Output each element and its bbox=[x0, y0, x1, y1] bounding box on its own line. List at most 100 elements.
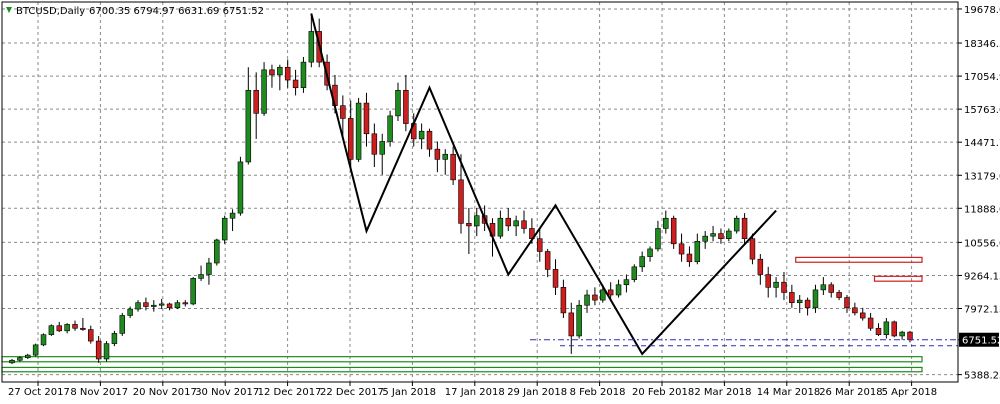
candle-bearish bbox=[741, 213, 748, 244]
x-tick-label: 26 Mar 2018 bbox=[819, 387, 882, 398]
candle-bearish bbox=[88, 325, 94, 344]
candle-body bbox=[859, 312, 866, 319]
candle-bullish bbox=[663, 210, 669, 234]
candle-body bbox=[607, 289, 614, 296]
candle-bearish bbox=[836, 289, 842, 301]
candle-body bbox=[907, 331, 913, 341]
candle-bearish bbox=[56, 321, 63, 333]
candle-bullish bbox=[395, 82, 401, 121]
candle-body bbox=[214, 239, 220, 264]
candle-bearish bbox=[560, 279, 567, 319]
y-tick-label: 14471.75 bbox=[964, 138, 1000, 149]
candle-bearish bbox=[852, 302, 858, 316]
candle-body bbox=[796, 299, 803, 303]
candle-bullish bbox=[48, 324, 55, 336]
candle-body bbox=[631, 266, 638, 280]
candle-body bbox=[64, 324, 70, 332]
candle-bearish bbox=[789, 284, 795, 308]
chart-header: BTCUSD,Daily 6700.35 6794.97 6631.69 675… bbox=[6, 6, 264, 17]
x-tick-label: 29 Jan 2018 bbox=[507, 387, 567, 398]
candle-body bbox=[426, 130, 433, 150]
y-tick-label: 5388.25 bbox=[964, 371, 1000, 382]
candle-bearish bbox=[781, 271, 787, 301]
candle-bullish bbox=[796, 294, 803, 313]
candle-body bbox=[678, 243, 685, 255]
candle-body bbox=[269, 69, 275, 76]
candle-body bbox=[710, 233, 716, 237]
candle-body bbox=[300, 61, 307, 89]
candle-bullish bbox=[820, 277, 827, 295]
price-axis: 19678.00 18346.35 17054.95 15763.00 14471.75… bbox=[958, 5, 1000, 382]
candle-body bbox=[474, 215, 480, 227]
candle-bullish bbox=[615, 279, 622, 298]
x-tick-label: 14 Mar 2018 bbox=[757, 387, 820, 398]
candle-body bbox=[166, 303, 173, 309]
candle-bearish bbox=[537, 228, 543, 262]
candle-bearish bbox=[867, 312, 874, 331]
candle-bearish bbox=[371, 123, 378, 168]
x-tick-label: 5 Apr 2018 bbox=[882, 387, 937, 398]
candle-bearish bbox=[757, 254, 764, 285]
candle-bullish bbox=[631, 264, 638, 283]
candle-body bbox=[158, 303, 165, 306]
candle-body bbox=[686, 253, 693, 263]
candle-body bbox=[40, 334, 47, 346]
candle-body bbox=[387, 115, 393, 142]
x-tick-label: 12 Dec 2017 bbox=[258, 387, 322, 398]
plot-border bbox=[1, 1, 959, 383]
candle-body bbox=[261, 69, 267, 114]
candle-bullish bbox=[221, 215, 228, 244]
x-tick-label: 8 Nov 2017 bbox=[70, 387, 128, 398]
candle-body bbox=[521, 220, 527, 229]
candle-bullish bbox=[497, 210, 504, 239]
x-tick-label: 5 Jan 2018 bbox=[382, 387, 436, 398]
candle-bearish bbox=[72, 320, 78, 331]
candle-bullish bbox=[214, 238, 220, 266]
candle-body bbox=[537, 238, 543, 252]
candle-body bbox=[560, 287, 567, 314]
candle-bullish bbox=[111, 330, 118, 347]
candle-body bbox=[836, 292, 842, 298]
current-price-label: 6751.52 bbox=[962, 336, 1000, 347]
candle-bullish bbox=[277, 64, 283, 91]
current-price-line bbox=[530, 339, 958, 347]
candle-body bbox=[458, 179, 464, 224]
candle-body bbox=[48, 325, 55, 335]
x-tick-label: 27 Oct 2017 bbox=[8, 387, 70, 398]
candle-body bbox=[639, 256, 645, 268]
candle-bearish bbox=[292, 69, 299, 96]
candle-body bbox=[883, 321, 890, 335]
candle-body bbox=[418, 130, 425, 140]
expand-triangle-icon[interactable] bbox=[6, 7, 12, 13]
candle-body bbox=[347, 118, 354, 160]
candle-bullish bbox=[584, 289, 590, 313]
candle-body bbox=[670, 217, 677, 245]
y-tick-label: 15763.00 bbox=[964, 105, 1000, 116]
candle-bullish bbox=[190, 277, 196, 306]
candle-body bbox=[95, 340, 102, 360]
candle-bullish bbox=[135, 300, 141, 312]
candle-body bbox=[363, 102, 370, 135]
candle-bullish bbox=[64, 323, 70, 334]
candle-body bbox=[206, 262, 212, 275]
candle-body bbox=[600, 289, 606, 301]
resistance-zone bbox=[873, 275, 923, 282]
candle-body bbox=[655, 228, 661, 250]
candle-bullish bbox=[229, 209, 236, 232]
candlestick-chart: 19678.00 18346.35 17054.95 15763.00 14471.75… bbox=[1, 1, 1000, 398]
candle-body bbox=[781, 281, 787, 293]
candle-body bbox=[135, 302, 141, 310]
candle-body bbox=[371, 133, 378, 155]
candle-bearish bbox=[891, 320, 897, 338]
candle-body bbox=[568, 312, 575, 337]
candle-body bbox=[584, 294, 590, 306]
candle-body bbox=[379, 141, 385, 155]
candle-bullish bbox=[387, 110, 393, 147]
candle-bearish bbox=[544, 248, 551, 278]
candle-bullish bbox=[883, 318, 890, 339]
candle-bullish bbox=[513, 215, 519, 237]
candle-body bbox=[190, 278, 196, 305]
candle-body bbox=[174, 302, 181, 309]
candle-body bbox=[623, 279, 630, 286]
candle-body bbox=[111, 333, 118, 344]
